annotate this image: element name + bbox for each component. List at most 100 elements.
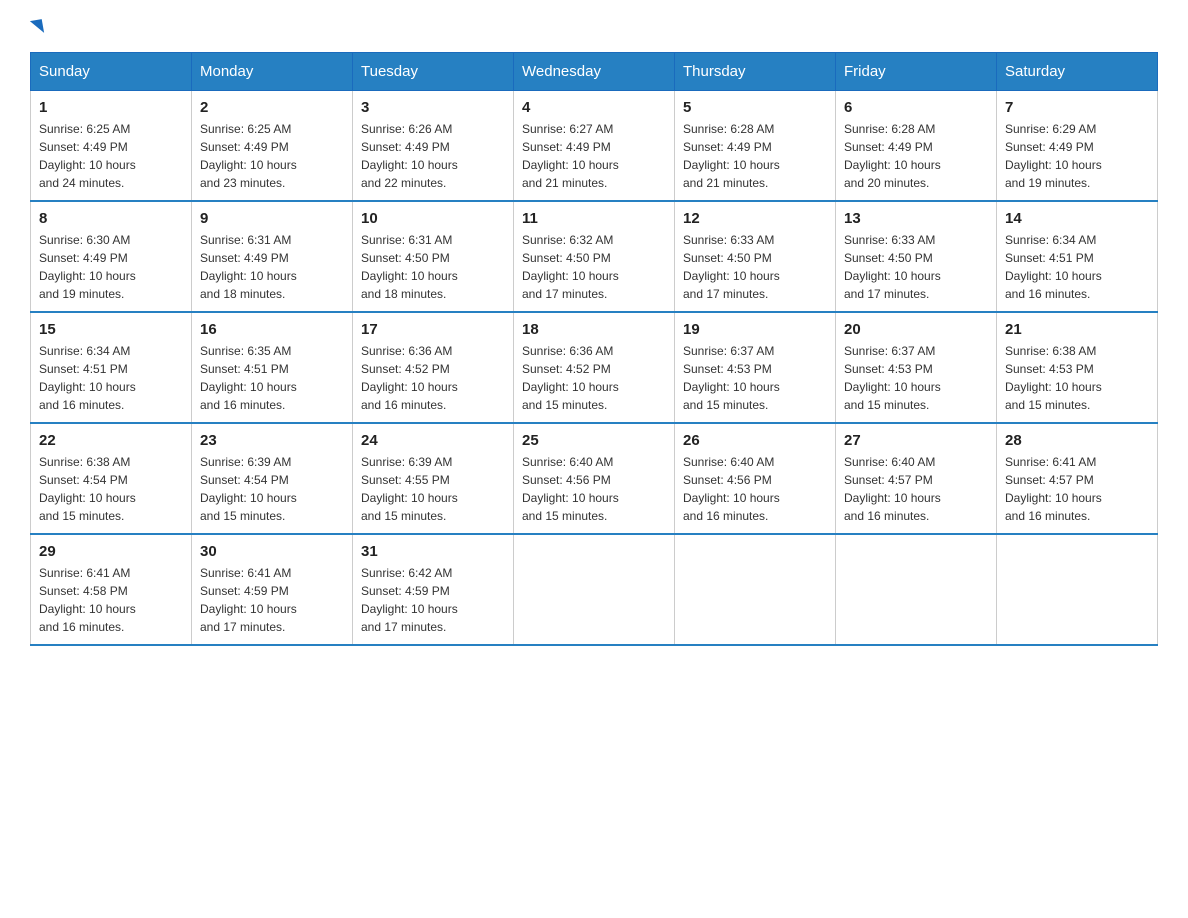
day-number: 4: [522, 99, 666, 116]
day-cell: 8 Sunrise: 6:30 AM Sunset: 4:49 PM Dayli…: [31, 201, 192, 312]
day-info: Sunrise: 6:34 AM Sunset: 4:51 PM Dayligh…: [39, 342, 183, 414]
day-info: Sunrise: 6:25 AM Sunset: 4:49 PM Dayligh…: [200, 120, 344, 192]
day-info: Sunrise: 6:42 AM Sunset: 4:59 PM Dayligh…: [361, 564, 505, 636]
logo: [30, 20, 44, 34]
day-info: Sunrise: 6:41 AM Sunset: 4:59 PM Dayligh…: [200, 564, 344, 636]
day-cell: 5 Sunrise: 6:28 AM Sunset: 4:49 PM Dayli…: [675, 91, 836, 202]
day-number: 23: [200, 432, 344, 449]
day-number: 31: [361, 543, 505, 560]
header-day-saturday: Saturday: [997, 53, 1158, 91]
day-number: 30: [200, 543, 344, 560]
day-number: 9: [200, 210, 344, 227]
day-number: 8: [39, 210, 183, 227]
day-info: Sunrise: 6:41 AM Sunset: 4:58 PM Dayligh…: [39, 564, 183, 636]
day-cell: 19 Sunrise: 6:37 AM Sunset: 4:53 PM Dayl…: [675, 312, 836, 423]
day-info: Sunrise: 6:40 AM Sunset: 4:56 PM Dayligh…: [683, 453, 827, 525]
week-row-5: 29 Sunrise: 6:41 AM Sunset: 4:58 PM Dayl…: [31, 534, 1158, 645]
day-info: Sunrise: 6:39 AM Sunset: 4:54 PM Dayligh…: [200, 453, 344, 525]
day-info: Sunrise: 6:32 AM Sunset: 4:50 PM Dayligh…: [522, 231, 666, 303]
header-day-tuesday: Tuesday: [353, 53, 514, 91]
header-day-monday: Monday: [192, 53, 353, 91]
header-day-thursday: Thursday: [675, 53, 836, 91]
day-cell: 22 Sunrise: 6:38 AM Sunset: 4:54 PM Dayl…: [31, 423, 192, 534]
day-cell: 16 Sunrise: 6:35 AM Sunset: 4:51 PM Dayl…: [192, 312, 353, 423]
day-cell: 24 Sunrise: 6:39 AM Sunset: 4:55 PM Dayl…: [353, 423, 514, 534]
day-cell: 20 Sunrise: 6:37 AM Sunset: 4:53 PM Dayl…: [836, 312, 997, 423]
day-number: 3: [361, 99, 505, 116]
day-number: 17: [361, 321, 505, 338]
day-cell: [836, 534, 997, 645]
day-info: Sunrise: 6:35 AM Sunset: 4:51 PM Dayligh…: [200, 342, 344, 414]
day-info: Sunrise: 6:31 AM Sunset: 4:50 PM Dayligh…: [361, 231, 505, 303]
day-info: Sunrise: 6:25 AM Sunset: 4:49 PM Dayligh…: [39, 120, 183, 192]
day-number: 12: [683, 210, 827, 227]
logo-arrow-icon: [30, 19, 44, 35]
header-day-friday: Friday: [836, 53, 997, 91]
day-number: 16: [200, 321, 344, 338]
day-number: 29: [39, 543, 183, 560]
day-info: Sunrise: 6:33 AM Sunset: 4:50 PM Dayligh…: [844, 231, 988, 303]
page-header: [30, 20, 1158, 34]
day-cell: 25 Sunrise: 6:40 AM Sunset: 4:56 PM Dayl…: [514, 423, 675, 534]
day-cell: 26 Sunrise: 6:40 AM Sunset: 4:56 PM Dayl…: [675, 423, 836, 534]
day-info: Sunrise: 6:36 AM Sunset: 4:52 PM Dayligh…: [361, 342, 505, 414]
day-number: 10: [361, 210, 505, 227]
day-number: 18: [522, 321, 666, 338]
day-info: Sunrise: 6:39 AM Sunset: 4:55 PM Dayligh…: [361, 453, 505, 525]
day-number: 25: [522, 432, 666, 449]
day-info: Sunrise: 6:38 AM Sunset: 4:53 PM Dayligh…: [1005, 342, 1149, 414]
header-day-sunday: Sunday: [31, 53, 192, 91]
day-number: 2: [200, 99, 344, 116]
day-number: 24: [361, 432, 505, 449]
day-cell: 21 Sunrise: 6:38 AM Sunset: 4:53 PM Dayl…: [997, 312, 1158, 423]
day-cell: 15 Sunrise: 6:34 AM Sunset: 4:51 PM Dayl…: [31, 312, 192, 423]
day-cell: 9 Sunrise: 6:31 AM Sunset: 4:49 PM Dayli…: [192, 201, 353, 312]
day-info: Sunrise: 6:36 AM Sunset: 4:52 PM Dayligh…: [522, 342, 666, 414]
day-number: 27: [844, 432, 988, 449]
day-number: 5: [683, 99, 827, 116]
day-info: Sunrise: 6:33 AM Sunset: 4:50 PM Dayligh…: [683, 231, 827, 303]
day-number: 11: [522, 210, 666, 227]
day-cell: 11 Sunrise: 6:32 AM Sunset: 4:50 PM Dayl…: [514, 201, 675, 312]
week-row-1: 1 Sunrise: 6:25 AM Sunset: 4:49 PM Dayli…: [31, 91, 1158, 202]
day-number: 21: [1005, 321, 1149, 338]
day-info: Sunrise: 6:30 AM Sunset: 4:49 PM Dayligh…: [39, 231, 183, 303]
day-info: Sunrise: 6:34 AM Sunset: 4:51 PM Dayligh…: [1005, 231, 1149, 303]
week-row-2: 8 Sunrise: 6:30 AM Sunset: 4:49 PM Dayli…: [31, 201, 1158, 312]
day-cell: 18 Sunrise: 6:36 AM Sunset: 4:52 PM Dayl…: [514, 312, 675, 423]
day-number: 26: [683, 432, 827, 449]
day-cell: 7 Sunrise: 6:29 AM Sunset: 4:49 PM Dayli…: [997, 91, 1158, 202]
day-cell: 6 Sunrise: 6:28 AM Sunset: 4:49 PM Dayli…: [836, 91, 997, 202]
day-cell: 4 Sunrise: 6:27 AM Sunset: 4:49 PM Dayli…: [514, 91, 675, 202]
header-day-wednesday: Wednesday: [514, 53, 675, 91]
header-row: SundayMondayTuesdayWednesdayThursdayFrid…: [31, 53, 1158, 91]
day-info: Sunrise: 6:40 AM Sunset: 4:57 PM Dayligh…: [844, 453, 988, 525]
day-info: Sunrise: 6:38 AM Sunset: 4:54 PM Dayligh…: [39, 453, 183, 525]
day-cell: 28 Sunrise: 6:41 AM Sunset: 4:57 PM Dayl…: [997, 423, 1158, 534]
day-info: Sunrise: 6:37 AM Sunset: 4:53 PM Dayligh…: [683, 342, 827, 414]
day-number: 14: [1005, 210, 1149, 227]
day-cell: 30 Sunrise: 6:41 AM Sunset: 4:59 PM Dayl…: [192, 534, 353, 645]
day-info: Sunrise: 6:31 AM Sunset: 4:49 PM Dayligh…: [200, 231, 344, 303]
day-number: 22: [39, 432, 183, 449]
calendar-body: 1 Sunrise: 6:25 AM Sunset: 4:49 PM Dayli…: [31, 91, 1158, 646]
day-number: 20: [844, 321, 988, 338]
day-info: Sunrise: 6:27 AM Sunset: 4:49 PM Dayligh…: [522, 120, 666, 192]
day-cell: 29 Sunrise: 6:41 AM Sunset: 4:58 PM Dayl…: [31, 534, 192, 645]
day-number: 15: [39, 321, 183, 338]
day-info: Sunrise: 6:28 AM Sunset: 4:49 PM Dayligh…: [683, 120, 827, 192]
day-number: 6: [844, 99, 988, 116]
day-number: 1: [39, 99, 183, 116]
calendar-table: SundayMondayTuesdayWednesdayThursdayFrid…: [30, 52, 1158, 646]
day-cell: 12 Sunrise: 6:33 AM Sunset: 4:50 PM Dayl…: [675, 201, 836, 312]
week-row-3: 15 Sunrise: 6:34 AM Sunset: 4:51 PM Dayl…: [31, 312, 1158, 423]
day-cell: 1 Sunrise: 6:25 AM Sunset: 4:49 PM Dayli…: [31, 91, 192, 202]
day-info: Sunrise: 6:37 AM Sunset: 4:53 PM Dayligh…: [844, 342, 988, 414]
calendar-header: SundayMondayTuesdayWednesdayThursdayFrid…: [31, 53, 1158, 91]
day-number: 19: [683, 321, 827, 338]
day-info: Sunrise: 6:26 AM Sunset: 4:49 PM Dayligh…: [361, 120, 505, 192]
day-cell: 17 Sunrise: 6:36 AM Sunset: 4:52 PM Dayl…: [353, 312, 514, 423]
day-info: Sunrise: 6:41 AM Sunset: 4:57 PM Dayligh…: [1005, 453, 1149, 525]
week-row-4: 22 Sunrise: 6:38 AM Sunset: 4:54 PM Dayl…: [31, 423, 1158, 534]
day-number: 7: [1005, 99, 1149, 116]
